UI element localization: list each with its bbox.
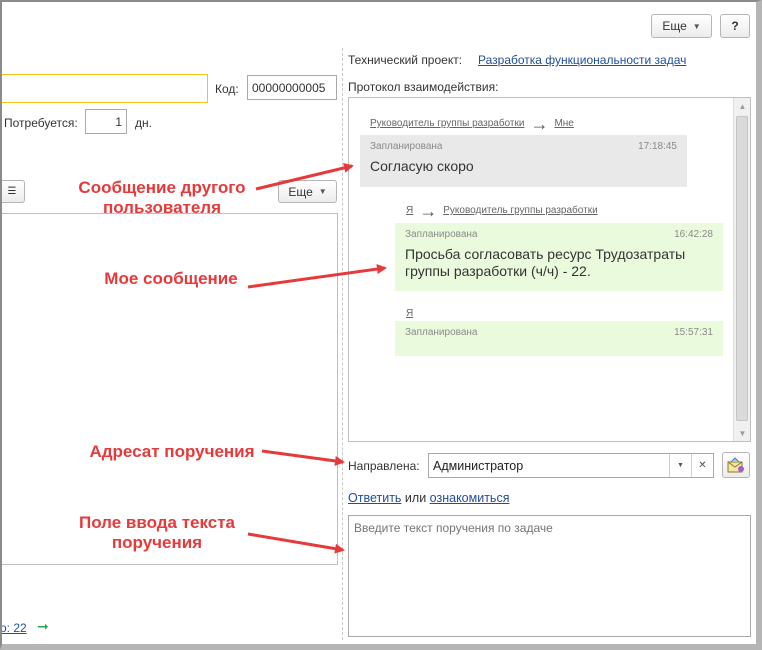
- message-bubble-mine[interactable]: Запланирована 15:57:31: [395, 321, 723, 356]
- dropdown-icon[interactable]: ▼: [669, 454, 691, 477]
- duration-field[interactable]: 1: [85, 109, 127, 134]
- reply-links: Ответить или ознакомиться: [348, 491, 509, 505]
- more-button-label: Еще: [662, 19, 687, 33]
- recipient-label: Направлена:: [348, 459, 420, 473]
- code-field[interactable]: 00000000005: [247, 75, 337, 100]
- message-text: Просьба согласовать ресурс Трудозатраты …: [405, 246, 686, 279]
- duration-unit: дн.: [135, 116, 152, 130]
- scroll-thumb[interactable]: [736, 116, 748, 421]
- chevron-down-icon: ▼: [692, 21, 701, 31]
- message-time: 17:18:45: [638, 141, 677, 152]
- code-label: Код:: [215, 82, 239, 96]
- list-more-button[interactable]: Еще ▼: [278, 180, 337, 203]
- bottom-link[interactable]: о: 22: [0, 621, 27, 635]
- message-time: 16:42:28: [674, 229, 713, 240]
- list-more-label: Еще: [288, 184, 313, 199]
- message-bubble-mine[interactable]: Запланирована 16:42:28 Просьба согласова…: [395, 223, 723, 291]
- chevron-down-icon: ▼: [318, 187, 327, 196]
- message-status: Запланирована: [370, 141, 443, 152]
- annotation-my-message: Мое сообщение: [104, 269, 238, 288]
- arrow-right-icon[interactable]: ➞: [37, 618, 49, 635]
- scroll-down-icon[interactable]: ▼: [734, 425, 750, 441]
- panel-splitter[interactable]: [342, 48, 343, 640]
- or-text: или: [404, 491, 427, 505]
- project-label: Технический проект:: [348, 53, 463, 67]
- message-status: Запланирована: [405, 327, 478, 338]
- scroll-up-icon[interactable]: ▲: [734, 98, 750, 114]
- send-button[interactable]: [722, 452, 750, 478]
- arrow-right-icon: →: [530, 113, 549, 134]
- arrow-right-icon: →: [419, 200, 438, 221]
- annotation-other-user: Сообщение другого пользователя: [78, 178, 246, 217]
- recipient-field[interactable]: Администратор ▼ ✕: [428, 453, 714, 478]
- clear-icon[interactable]: ✕: [691, 454, 713, 477]
- sender-to[interactable]: Мне: [554, 118, 573, 129]
- list-view-button[interactable]: ☰: [0, 180, 25, 203]
- chat-scrollbar[interactable]: ▲ ▼: [733, 98, 750, 441]
- reply-link[interactable]: Ответить: [348, 491, 401, 505]
- help-button-label: ?: [731, 19, 739, 33]
- subject-input[interactable]: [0, 74, 208, 103]
- duration-label: Потребуется:: [4, 116, 78, 130]
- message-input[interactable]: [348, 515, 751, 637]
- message-bubble-other[interactable]: Запланирована 17:18:45 Согласую скоро: [360, 135, 687, 187]
- interaction-log[interactable]: Руководитель группы разработки → Мне Зап…: [348, 97, 751, 442]
- message-sender: Я → Руководитель группы разработки: [406, 200, 598, 221]
- more-button[interactable]: Еще ▼: [651, 14, 712, 38]
- annotation-input-field: Поле ввода текста поручения: [78, 513, 236, 552]
- protocol-label: Протокол взаимодействия:: [348, 80, 499, 94]
- recipient-value: Администратор: [433, 458, 524, 473]
- sender-from[interactable]: Я: [406, 308, 413, 319]
- message-text: Согласую скоро: [370, 158, 474, 174]
- message-sender: Я: [406, 308, 413, 319]
- project-link[interactable]: Разработка функциональности задач: [478, 53, 686, 67]
- message-sender: Руководитель группы разработки → Мне: [370, 113, 574, 134]
- message-time: 15:57:31: [674, 327, 713, 338]
- envelope-icon: [727, 457, 744, 473]
- list-icon: ☰: [7, 186, 17, 197]
- message-status: Запланирована: [405, 229, 478, 240]
- annotation-recipient: Адресат поручения: [89, 442, 255, 461]
- sender-from[interactable]: Я: [406, 205, 413, 216]
- sender-to[interactable]: Руководитель группы разработки: [443, 205, 597, 216]
- sender-from[interactable]: Руководитель группы разработки: [370, 118, 524, 129]
- acknowledge-link[interactable]: ознакомиться: [430, 491, 510, 505]
- help-button[interactable]: ?: [720, 14, 750, 38]
